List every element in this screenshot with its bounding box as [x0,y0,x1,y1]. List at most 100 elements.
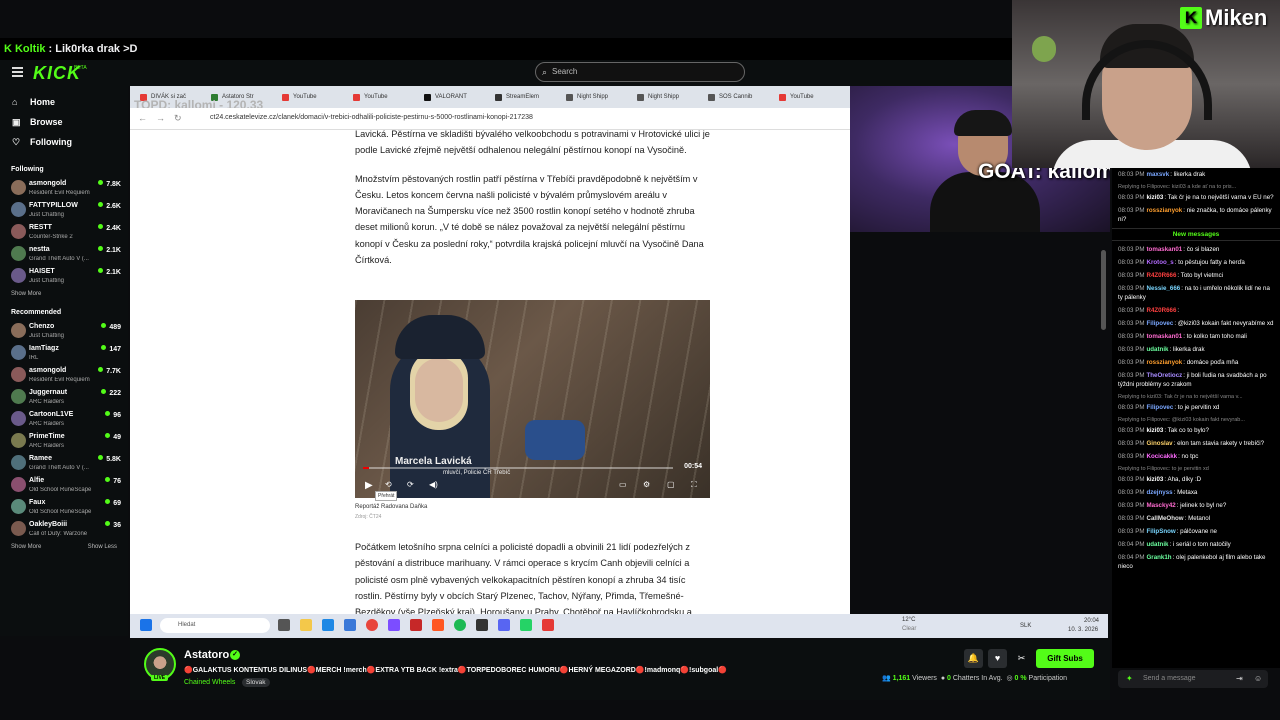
chat-message[interactable]: 08:03 PM Ginoslav: elon tam stavia rakety… [1112,437,1280,450]
chat-message[interactable]: 08:03 PM R4Z0R666: Toto byl vietmci [1112,269,1280,282]
chat-message[interactable]: 08:03 PM Kocicakkk: no tpc [1112,450,1280,463]
chat-text: : likerka drak [1170,171,1206,178]
chat-message[interactable]: Replying to kizi03: Tak čr je na to nejv… [1112,391,1280,414]
sidebar-channel[interactable]: Juggernaut ARC Raiders 222 [0,386,128,408]
nav-browse[interactable]: ▣ Browse [0,112,128,132]
chat-text: : čo si blazen [1183,246,1220,253]
new-messages-divider: New messages [1112,228,1280,241]
browser-tab[interactable]: Night Shipp [637,90,679,104]
chat-message[interactable]: 08:03 PM TheOretiocz: ji boli ľudia na sv… [1112,369,1280,391]
chat-username[interactable]: kizi03 [1146,194,1163,201]
chat-username[interactable]: TheOretiocz [1146,372,1182,379]
chat-username[interactable]: Krotoo_s [1146,259,1173,266]
chat-message[interactable]: 08:04 PM Grank1h: olej palenkebol aj film… [1112,551,1280,573]
chat-message[interactable]: 08:03 PM rosszianyok: nie značka, to domá… [1112,204,1280,226]
browser-tab[interactable]: Night Shipp [566,90,608,104]
chat-message[interactable]: Replying to Filipovec: to je pervitin xd… [1112,463,1280,486]
chat-message[interactable]: 08:04 PM udatnik: i seriál o tom natočily [1112,538,1280,551]
browser-tab[interactable]: SOS Cannib [708,90,752,104]
chat-message[interactable]: 08:03 PM udatnik: likerka drak [1112,343,1280,356]
chat-username[interactable]: kizi03 [1146,476,1163,483]
chat-message[interactable]: Replying to Filipovec: @kizi03 kokain fa… [1112,414,1280,437]
chat-username[interactable]: rosszianyok [1146,207,1182,214]
chat-message[interactable]: 08:03 PM maxsvk: likerka drak [1112,168,1280,181]
chat-username[interactable]: dzejnyss [1146,489,1172,496]
clip-icon[interactable]: ✂ [1012,649,1031,668]
channel-avatar [11,345,26,360]
menu-icon[interactable] [12,67,23,77]
sidebar-channel[interactable]: PrimeTime ARC Raiders 49 [0,430,128,452]
follow-heart-button[interactable]: ♥ [988,649,1007,668]
scrollbar[interactable] [1101,250,1106,330]
browser-tab[interactable]: VALORANT [424,90,467,104]
chat-message[interactable]: 08:03 PM rosszianyok: domáce poďa mňa [1112,356,1280,369]
stream-category[interactable]: Chained Wheels [184,679,235,686]
chat-username[interactable]: kizi03 [1146,427,1163,434]
chat-username[interactable]: udatnik [1146,541,1168,548]
sidebar-channel[interactable]: asmongold Resident Evil Requiem 7.7K [0,364,128,386]
chat-message[interactable]: 08:03 PM Mascky42: jelinek to byl ne? [1112,499,1280,512]
chat-username[interactable]: Grank1h [1146,554,1171,561]
browser-tab[interactable]: YouTube [779,90,814,104]
gift-subs-button[interactable]: Gift Subs [1036,649,1094,668]
chat-username[interactable]: Ginoslav [1146,440,1172,447]
chat-username[interactable]: rosszianyok [1146,359,1182,366]
stream-video[interactable]: DIVÁK si zač Astatoro Str YouTube YouTube VA… [130,86,850,638]
sidebar-channel[interactable]: Chenzo Just Chatting 489 [0,320,128,342]
app-icon-3 [432,619,444,631]
chat-username[interactable]: R4Z0R666 [1146,307,1176,314]
sidebar-channel[interactable]: Faux Old School RuneScape 69 [0,496,128,518]
sidebar-channel[interactable]: FATTYPILLOW Just Chatting 2.6K [0,199,128,221]
search-input[interactable]: ⌕ Search [535,62,745,82]
emoji-icon[interactable]: ☺ [1254,674,1262,683]
kick-logo-icon: K [4,43,12,55]
chat-username[interactable]: R4Z0R666 [1146,272,1176,279]
sidebar-channel[interactable]: nestta Grand Theft Auto V (... 2.1K [0,243,128,265]
chat-username[interactable]: Kocicakkk [1146,453,1177,460]
sidebar-channel[interactable]: asmongold Resident Evil Requiem 7.8K [0,177,128,199]
chat-input[interactable]: ✦ Send a message ⇥ ☺ [1118,670,1268,688]
notification-bell-button[interactable]: 🔔 [964,649,983,668]
stream-tag[interactable]: Slovak [242,678,270,687]
nav-home[interactable]: ⌂ Home [0,92,128,112]
show-more-following[interactable]: Show More [0,287,128,301]
chat-username[interactable]: Nessie_666 [1146,285,1180,292]
sidebar-channel[interactable]: RESTT Counter-Strike 2 2.4K [0,221,128,243]
article-paragraph-2: Množstvím pěstovaných rostlin patří pěst… [355,173,704,266]
chat-message[interactable]: 08:03 PM tomaskan01: čo si blazen [1112,243,1280,256]
chat-message[interactable]: Replying to Filipovec: kizi03 a kde ať n… [1112,181,1280,204]
show-more-recommended[interactable]: Show More [11,544,41,550]
chat-message[interactable]: 08:03 PM Filipovec: @kizi03 kokain fakt n… [1112,317,1280,330]
chat-username[interactable]: FilipSnow [1146,528,1175,535]
chat-message[interactable]: 08:03 PM tomaskan01: to kolko tam toho ma… [1112,330,1280,343]
chat-username[interactable]: tomaskan01 [1146,246,1182,253]
browser-tab[interactable]: StreamElem [495,90,539,104]
chat-username[interactable]: maxsvk [1146,171,1169,178]
chat-timestamp: 08:03 PM [1118,246,1145,253]
chat-username[interactable]: CallMeOhow [1146,515,1183,522]
sidebar-channel[interactable]: Alfie Old School RuneScape 76 [0,474,128,496]
chat-message[interactable]: 08:03 PM Nessie_666: na to i umřelo někol… [1112,282,1280,304]
command-icon[interactable]: ⇥ [1236,674,1243,683]
sidebar-channel[interactable]: OakleyBoiii Call of Duty: Warzone 36 [0,518,128,540]
sidebar-channel[interactable]: CartoonL1VE ARC Raiders 96 [0,408,128,430]
browser-tab[interactable]: YouTube [282,90,317,104]
sidebar-channel[interactable]: IamTiagz IRL 147 [0,342,128,364]
nav-following[interactable]: ♡ Following [0,132,128,152]
show-less-recommended[interactable]: Show Less [88,544,117,550]
chat-username[interactable]: Filipovec [1146,320,1173,327]
chat-username[interactable]: Mascky42 [1146,502,1175,509]
chat-message[interactable]: 08:03 PM dzejnyss: Metaxa [1112,486,1280,499]
chat-message[interactable]: 08:03 PM Krotoo_s: to pěstujou fatty a he… [1112,256,1280,269]
sidebar-channel[interactable]: Ramee Grand Theft Auto V (... 5.8K [0,452,128,474]
chat-text: : Tak čr je na to největší varna v EU ne… [1164,194,1274,201]
chat-username[interactable]: Filipovec [1146,404,1173,411]
chat-username[interactable]: udatnik [1146,346,1168,353]
chat-message[interactable]: 08:03 PM CallMeOhow: Metanol [1112,512,1280,525]
chat-message[interactable]: 08:03 PM FilipSnow: pálčovane ne [1112,525,1280,538]
sidebar-channel[interactable]: HAISET Just Chatting 2.1K [0,265,128,287]
browser-tab[interactable]: YouTube [353,90,388,104]
chat-username[interactable]: tomaskan01 [1146,333,1182,340]
chat-message[interactable]: 08:03 PM R4Z0R666: [1112,304,1280,317]
streamer-name[interactable]: Astatoro [184,649,229,661]
